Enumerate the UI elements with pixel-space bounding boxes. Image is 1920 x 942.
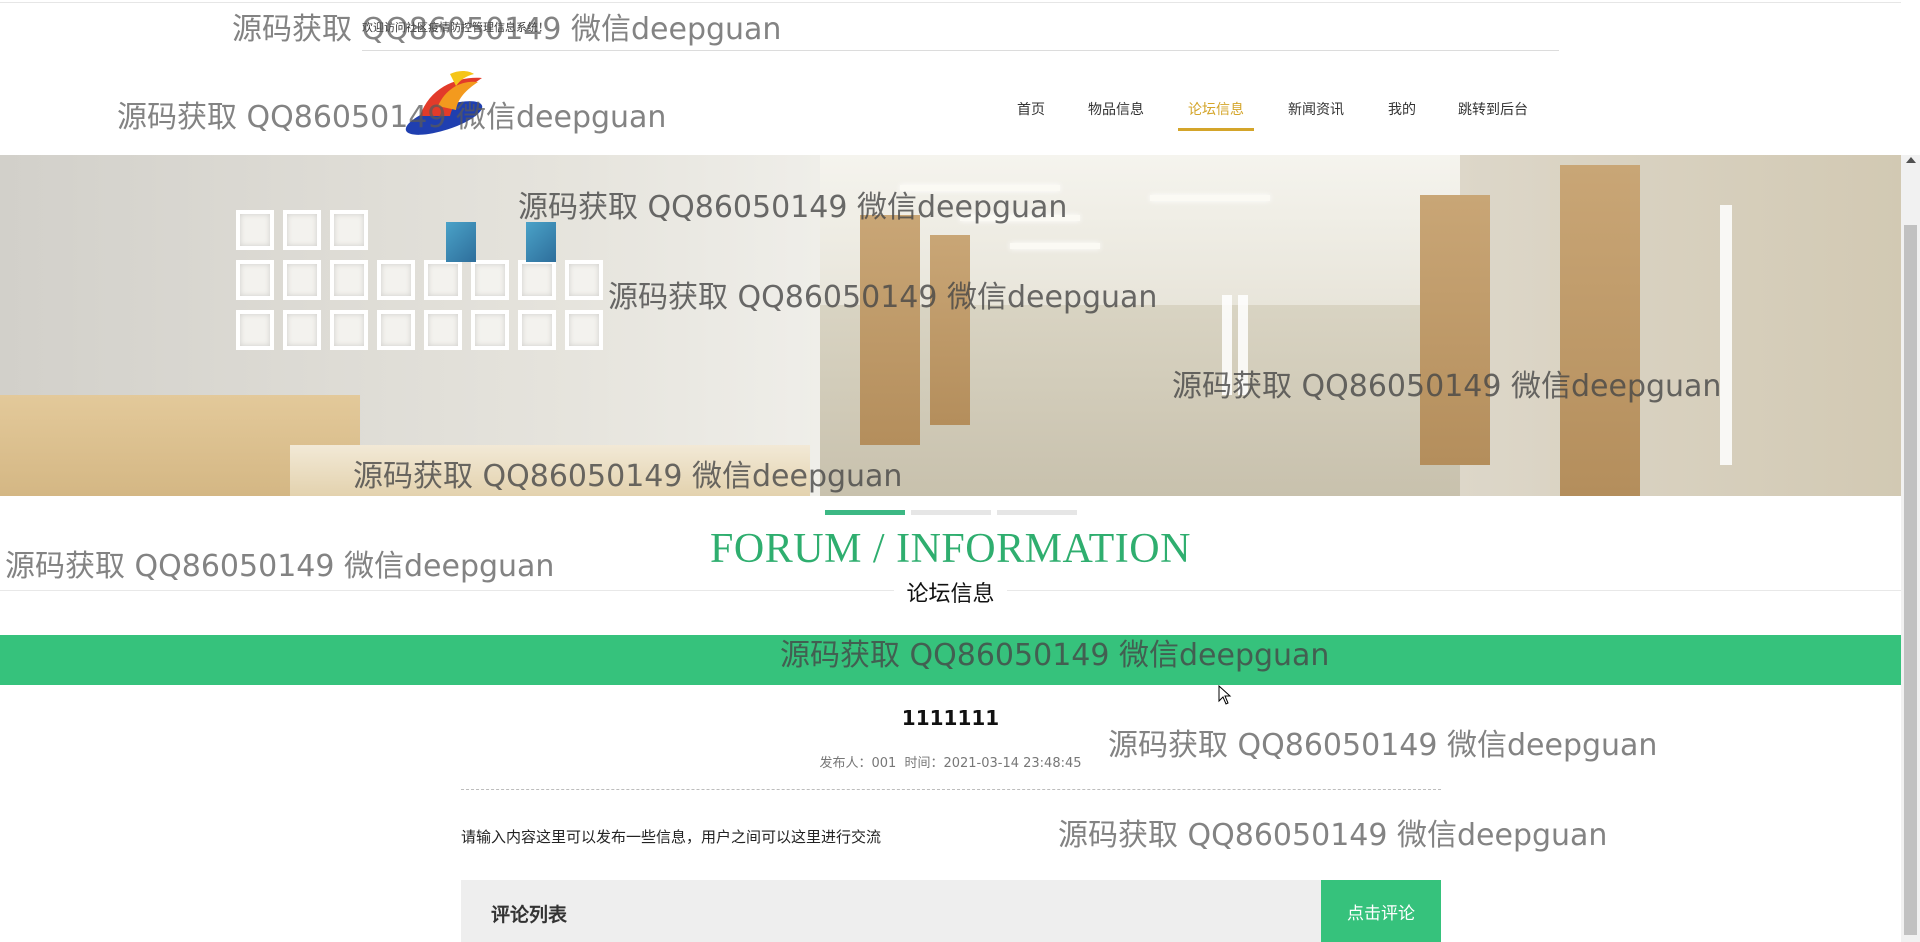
section-title: FORUM / INFORMATION — [710, 526, 1191, 572]
banner-right-wall — [1460, 155, 1901, 496]
post-meta: 发布人：001 时间：2021-03-14 23:48:45 — [0, 752, 1901, 771]
banner-window — [1720, 205, 1732, 465]
banner-window — [1238, 295, 1248, 395]
green-banner-strip — [0, 635, 1901, 685]
banner-shelf — [236, 210, 628, 425]
carousel-dot[interactable] — [997, 510, 1077, 515]
nav-home[interactable]: 首页 — [1017, 100, 1045, 130]
comment-list-title: 评论列表 — [491, 904, 568, 926]
ceiling-light — [1150, 195, 1270, 201]
section-subtitle: 论坛信息 — [894, 576, 1007, 608]
banner-door — [1420, 195, 1490, 465]
nav-admin[interactable]: 跳转到后台 — [1458, 100, 1528, 130]
banner-door — [1560, 165, 1640, 496]
carousel-indicators — [0, 510, 1920, 515]
nav-items-info[interactable]: 物品信息 — [1088, 100, 1144, 130]
main-nav: 首页 物品信息 论坛信息 新闻资讯 我的 跳转到后台 — [0, 100, 1920, 131]
add-comment-button[interactable]: 点击评论 — [1321, 880, 1441, 942]
ceiling-light — [900, 185, 1060, 191]
post-title: 1111111 — [901, 706, 1000, 730]
welcome-text: 欢迎访问社区疫情防控管理信息系统！ — [362, 21, 549, 34]
top-border — [0, 0, 1901, 3]
nav-news[interactable]: 新闻资讯 — [1288, 100, 1344, 130]
banner-counter-top — [290, 445, 810, 496]
post-divider — [461, 789, 1441, 790]
post-time: 时间：2021-03-14 23:48:45 — [904, 756, 1082, 771]
banner-door — [860, 215, 920, 445]
section-subtitle-wrap: 论坛信息 — [0, 576, 1901, 608]
page-scrollbar[interactable] — [1901, 155, 1920, 942]
banner-window — [1222, 295, 1232, 395]
nav-forum[interactable]: 论坛信息 — [1178, 100, 1254, 131]
post-author: 发布人：001 — [819, 756, 897, 771]
watermark: 源码获取 QQ86050149 微信deepguan — [1058, 818, 1608, 853]
scroll-thumb[interactable] — [1904, 225, 1917, 935]
ceiling-light — [1010, 243, 1100, 249]
nav-mine[interactable]: 我的 — [1388, 100, 1416, 130]
banner-door — [930, 235, 970, 425]
header-divider — [362, 50, 1559, 51]
ceiling-light — [960, 215, 1080, 221]
mouse-cursor-icon — [1218, 685, 1232, 705]
carousel-dot[interactable] — [911, 510, 991, 515]
post-content: 请输入内容这里可以发布一些信息，用户之间可以这里进行交流 — [461, 828, 882, 846]
scroll-up-icon[interactable] — [1906, 157, 1916, 163]
comment-list-header: 评论列表 点击评论 — [461, 880, 1441, 942]
carousel-dot[interactable] — [825, 510, 905, 515]
banner-carousel[interactable] — [0, 155, 1901, 496]
